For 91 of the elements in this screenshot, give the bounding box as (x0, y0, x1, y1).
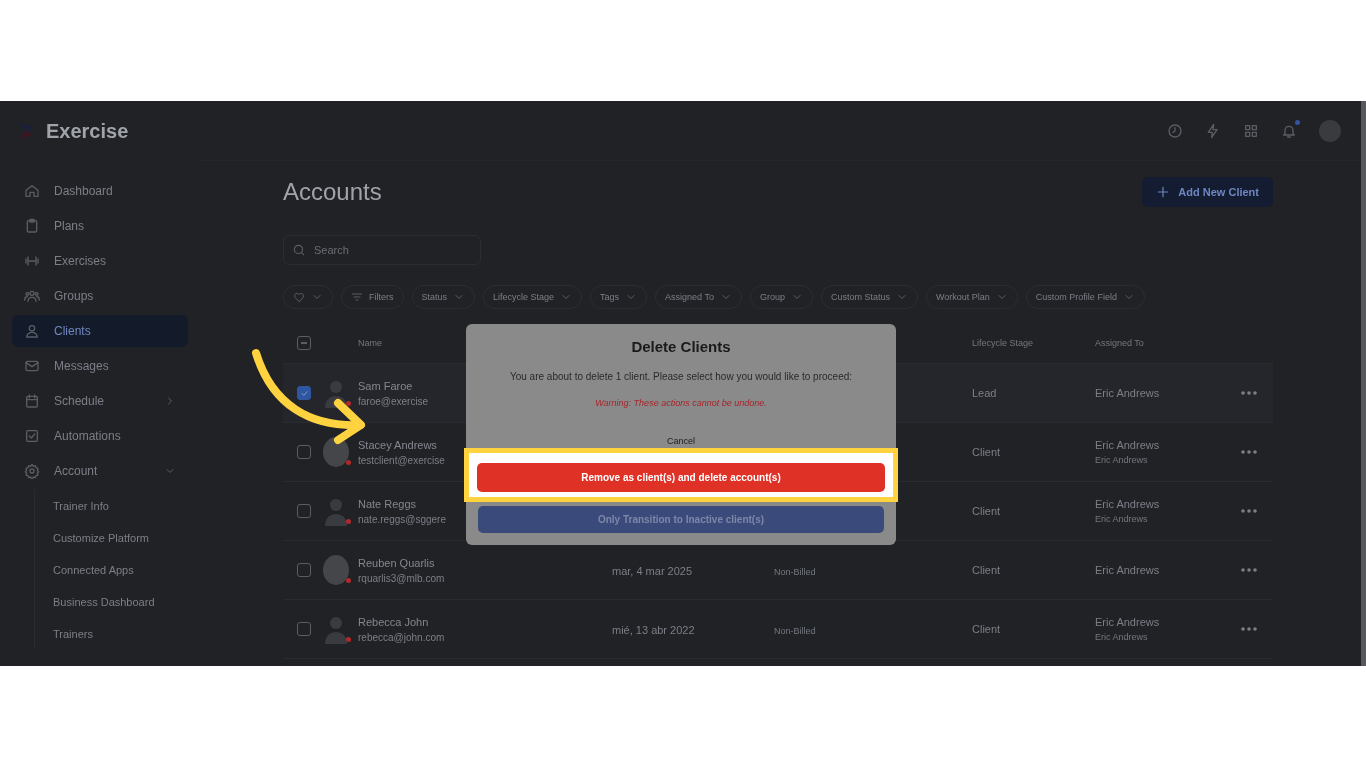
heart-icon (293, 291, 305, 303)
date-cell: mar, 4 mar 2025 (612, 565, 693, 577)
sidebar-item[interactable]: Dashboard (12, 175, 188, 207)
dialog-message: You are about to delete 1 client. Please select how you would like to proceed: (509, 371, 853, 382)
sidebar-item[interactable]: Plans (12, 210, 188, 242)
lifecycle-cell-text: Lead (972, 387, 998, 399)
status-dot (346, 460, 351, 465)
select-all-checkbox[interactable] (297, 336, 311, 350)
dialog-title: Delete Clients (631, 338, 731, 355)
status-dot (346, 578, 351, 583)
billing-status: Non-Billed (774, 626, 816, 636)
client-email: rquarlis3@mlb.com (358, 572, 445, 584)
client-email: testclient@exercise (358, 454, 445, 466)
client-email: faroe@exercise (358, 395, 429, 407)
row-checkbox[interactable] (297, 445, 311, 459)
client-name[interactable]: Sam Faroe (358, 379, 413, 392)
row-checkbox[interactable] (297, 504, 311, 518)
home-icon (24, 183, 40, 199)
clock-icon (1167, 122, 1183, 139)
more-icon[interactable] (1241, 391, 1257, 395)
column-header: Lifecycle Stage (972, 338, 1035, 348)
lightning-icon (1205, 122, 1221, 139)
dialog-warning: Warning: These actions cannot be undone. (595, 398, 767, 408)
column-header: Assigned To (1095, 338, 1145, 348)
client-name[interactable]: Stacey Andrews (358, 438, 437, 451)
assigned-cell: Eric Andrews (1095, 498, 1160, 510)
more-icon[interactable] (1241, 509, 1257, 513)
lifecycle-cell-text: Client (972, 505, 1002, 517)
assigned-cell: Eric Andrews (1095, 439, 1160, 451)
people-icon (24, 288, 40, 304)
clipboard-icon (24, 218, 40, 234)
assigned-cell: Eric Andrews (1095, 564, 1160, 576)
sidebar-subitem[interactable]: Trainers (35, 618, 188, 650)
status-dot (346, 401, 351, 406)
more-icon[interactable] (1241, 450, 1257, 454)
transition-button[interactable]: Only Transition to Inactive client(s) (478, 506, 884, 533)
sidebar-subitem[interactable]: Trainer Info (35, 490, 188, 522)
assigned-subtext: Eric Andrews (1095, 514, 1148, 524)
sidebar-subitem[interactable]: Connected Apps (35, 554, 188, 586)
plus-icon (1156, 185, 1171, 199)
person-icon (24, 323, 40, 339)
lifecycle-cell-text: Client (972, 446, 1002, 458)
sidebar-item[interactable]: Clients (12, 315, 188, 347)
assigned-cell: Eric Andrews (1095, 616, 1160, 628)
calendar-icon (24, 393, 40, 409)
settings-icon (24, 463, 40, 479)
avatar-photo (323, 555, 349, 585)
row-checkbox[interactable] (297, 622, 311, 636)
row-checkbox[interactable] (297, 386, 311, 400)
search-field[interactable]: Search (283, 235, 481, 265)
status-dot (346, 637, 351, 642)
billing-status: Non-Billed (774, 567, 816, 577)
search-icon (292, 243, 306, 257)
client-email: rebecca@john.com (358, 631, 445, 643)
client-email: nate.reggs@sggere (358, 513, 446, 525)
checkbox-icon (24, 428, 40, 444)
page-title: Accounts (283, 178, 382, 206)
sidebar-item[interactable]: Groups (12, 280, 188, 312)
sidebar-item[interactable]: Messages (12, 350, 188, 382)
sidebar-item[interactable]: Exercises (12, 245, 188, 277)
grid-icon (1243, 122, 1259, 139)
cancel-link[interactable]: Cancel (667, 436, 695, 446)
assigned-subtext: Eric Andrews (1095, 455, 1148, 465)
assigned-cell: Eric Andrews (1095, 387, 1160, 399)
client-name[interactable]: Reuben Quarlis (358, 556, 435, 569)
avatar-silhouette (323, 496, 349, 526)
filter-icon (351, 291, 363, 303)
add-client-button[interactable]: Add New Client (1142, 177, 1273, 207)
column-header: Name (358, 338, 383, 348)
date-cell: mié, 13 abr 2022 (612, 624, 695, 636)
app-name: Exercise (46, 119, 129, 143)
avatar-silhouette (323, 378, 349, 408)
more-icon[interactable] (1241, 568, 1257, 572)
client-name[interactable]: Nate Reggs (358, 497, 417, 510)
check-icon (299, 388, 309, 398)
sidebar-item[interactable]: Account (12, 455, 188, 487)
sidebar-subitem[interactable]: Business Dashboard (35, 586, 188, 618)
lifecycle-cell-text: Client (972, 623, 1002, 635)
sidebar-item[interactable]: Schedule (12, 385, 188, 417)
delete-account-button[interactable]: Remove as client(s) and delete account(s) (477, 463, 885, 492)
row-checkbox[interactable] (297, 563, 311, 577)
envelope-icon (24, 358, 40, 374)
client-name[interactable]: Rebecca John (358, 615, 429, 628)
more-icon[interactable] (1241, 627, 1257, 631)
sidebar-item[interactable]: Automations (12, 420, 188, 452)
user-avatar[interactable] (1319, 119, 1341, 142)
sidebar-subitem[interactable]: Customize Platform (35, 522, 188, 554)
assigned-subtext: Eric Andrews (1095, 632, 1148, 642)
lifecycle-cell-text: Client (972, 564, 1002, 576)
status-dot (346, 519, 351, 524)
avatar-silhouette (323, 614, 349, 644)
